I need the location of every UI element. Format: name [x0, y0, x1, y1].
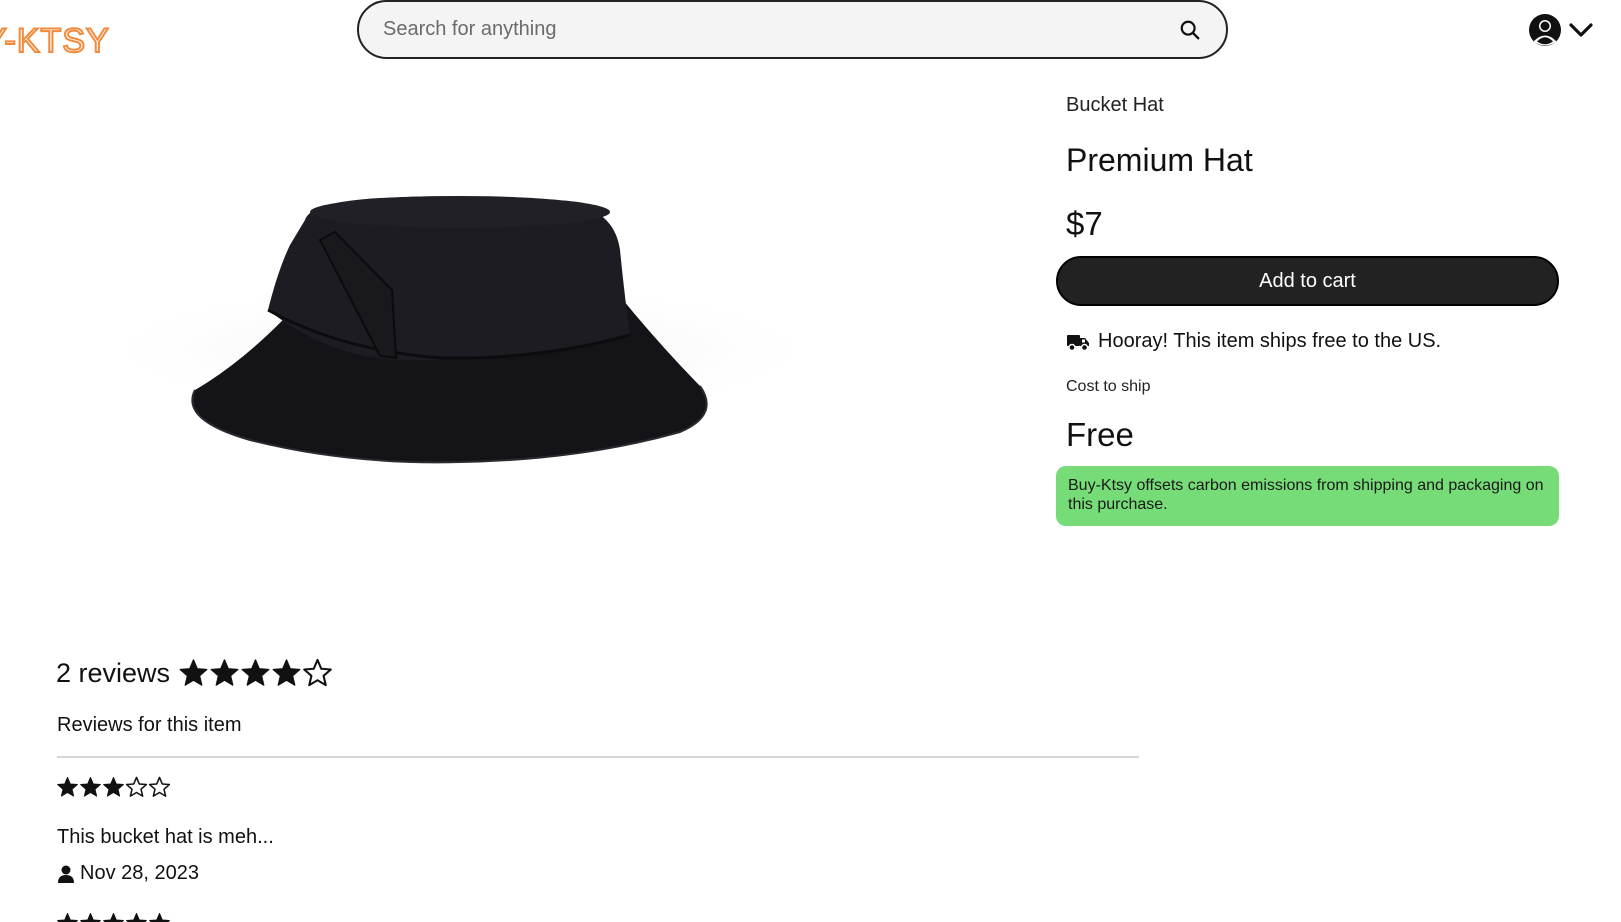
reviews-count: 2 reviews — [56, 658, 171, 688]
star-filled-icon — [179, 659, 208, 686]
star-filled-icon — [57, 776, 78, 797]
star-filled-icon — [149, 912, 170, 922]
review-text: This bucket hat is meh... — [57, 826, 274, 848]
product-page: Y-KTSY — [0, 0, 1621, 922]
truck-icon — [1067, 334, 1089, 351]
site-logo[interactable]: Y-KTSY — [0, 21, 110, 61]
star-filled-icon — [103, 776, 124, 797]
divider — [57, 756, 1139, 758]
star-filled-icon — [57, 912, 78, 922]
review-item: This bucket hat is meh... Nov 28, 2023 — [56, 776, 1056, 884]
account-menu[interactable] — [1528, 10, 1594, 50]
average-rating-stars — [178, 658, 333, 689]
search-input[interactable] — [359, 2, 1162, 57]
product-category: Bucket Hat — [1066, 94, 1164, 116]
cost-to-ship-value: Free — [1066, 416, 1134, 453]
user-icon — [58, 865, 74, 883]
product-title: Premium Hat — [1066, 142, 1253, 178]
reviews-summary: 2 reviews — [56, 658, 333, 689]
shipping-message-text: Hooray! This item ships free to the US. — [1098, 330, 1442, 352]
star-filled-icon — [272, 659, 301, 686]
cost-to-ship-label: Cost to ship — [1066, 378, 1151, 395]
star-filled-icon — [103, 912, 124, 922]
star-filled-icon — [80, 776, 101, 797]
search-button[interactable] — [1162, 2, 1218, 57]
user-circle-icon — [1529, 14, 1561, 46]
search-icon — [1180, 20, 1200, 39]
star-empty-icon — [148, 776, 171, 797]
review-rating-stars — [56, 912, 171, 922]
carbon-offset-notice: Buy-Ktsy offsets carbon emissions from s… — [1056, 466, 1559, 526]
star-empty-icon — [303, 658, 332, 687]
chevron-down-icon — [1569, 23, 1593, 37]
review-meta: Nov 28, 2023 — [56, 862, 199, 885]
product-image[interactable] — [40, 150, 840, 510]
star-filled-icon — [210, 659, 239, 686]
search-bar — [357, 0, 1228, 59]
shipping-message: Hooray! This item ships free to the US. — [1066, 330, 1441, 353]
star-filled-icon — [241, 659, 270, 686]
star-filled-icon — [80, 912, 101, 922]
product-price: $7 — [1066, 205, 1103, 242]
review-date: Nov 28, 2023 — [80, 862, 199, 884]
reviews-subtitle: Reviews for this item — [57, 714, 242, 736]
star-filled-icon — [126, 912, 147, 922]
review-rating-stars — [56, 776, 1056, 799]
add-to-cart-button[interactable]: Add to cart — [1056, 256, 1559, 306]
review-item — [56, 912, 171, 922]
star-empty-icon — [125, 776, 148, 797]
